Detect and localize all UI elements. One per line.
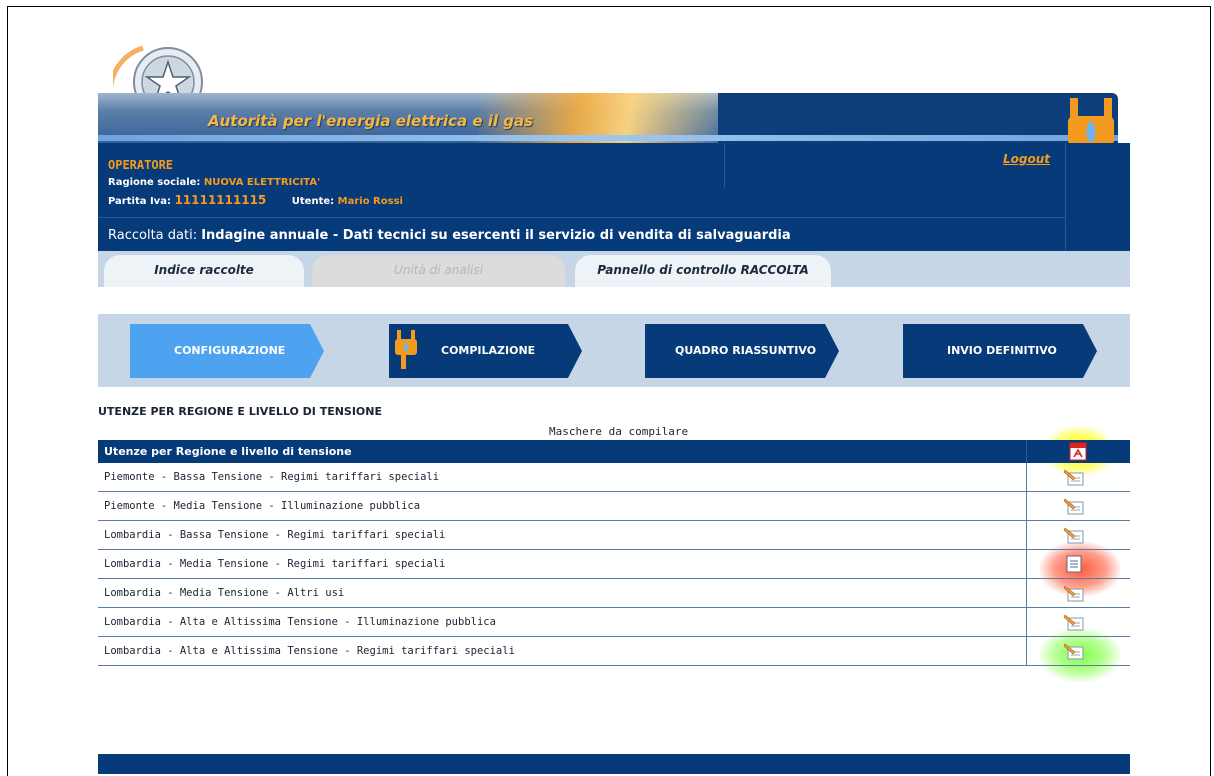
tab-unita-di-analisi: Unità di analisi bbox=[312, 255, 565, 287]
footer-bar bbox=[98, 754, 1130, 774]
header-banner: Autorità per l'energia elettrica e il ga… bbox=[98, 93, 1118, 143]
table-header: Utenze per Regione e livello di tensione bbox=[98, 440, 1130, 463]
company-value: NUOVA ELETTRICITA' bbox=[203, 177, 321, 188]
step-compilazione[interactable]: COMPILAZIONE bbox=[389, 324, 582, 378]
vat-label: Partita Iva: bbox=[108, 196, 171, 207]
table-header-label: Utenze per Regione e livello di tensione bbox=[104, 445, 352, 458]
step-invio-definitivo-label: INVIO DEFINITIVO bbox=[947, 344, 1057, 357]
row-label: Lombardia - Alta e Altissima Tensione - … bbox=[104, 616, 496, 628]
edit-icon[interactable] bbox=[1063, 526, 1085, 544]
step-invio-definitivo[interactable]: INVIO DEFINITIVO bbox=[903, 324, 1097, 378]
document-icon[interactable] bbox=[1063, 555, 1085, 573]
collection-value: Indagine annuale - Dati tecnici su eserc… bbox=[201, 228, 791, 243]
operator-title: OPERATORE bbox=[108, 158, 174, 172]
row-label: Piemonte - Bassa Tensione - Regimi tarif… bbox=[104, 471, 440, 483]
row-label: Lombardia - Media Tensione - Regimi tari… bbox=[104, 558, 446, 570]
masks-label: Maschere da compilare bbox=[549, 425, 689, 438]
edit-icon[interactable] bbox=[1063, 613, 1085, 631]
workflow-steps: CONFIGURAZIONE COMPILAZIONE QUADRO RIASS… bbox=[98, 314, 1130, 387]
step-quadro-riassuntivo[interactable]: QUADRO RIASSUNTIVO bbox=[645, 324, 839, 378]
step-quadro-riassuntivo-label: QUADRO RIASSUNTIVO bbox=[675, 344, 817, 357]
tab-indice-raccolte[interactable]: Indice raccolte bbox=[104, 255, 304, 287]
row-label: Lombardia - Alta e Altissima Tensione - … bbox=[104, 645, 515, 657]
collection-label: Raccolta dati: bbox=[108, 228, 198, 243]
plug-small-icon bbox=[395, 330, 417, 369]
company-line: Ragione sociale: NUOVA ELETTRICITA' bbox=[108, 177, 320, 188]
operator-info-panel: OPERATORE Ragione sociale: NUOVA ELETTRI… bbox=[98, 143, 1130, 251]
row-label: Lombardia - Bassa Tensione - Regimi tari… bbox=[104, 529, 446, 541]
table-row[interactable]: Piemonte - Bassa Tensione - Regimi tarif… bbox=[98, 463, 1130, 492]
row-label: Lombardia - Media Tensione - Altri usi bbox=[104, 587, 345, 599]
user-value: Mario Rossi bbox=[337, 196, 403, 207]
table-row[interactable]: Lombardia - Media Tensione - Regimi tari… bbox=[98, 550, 1130, 579]
table-row[interactable]: Lombardia - Alta e Altissima Tensione - … bbox=[98, 608, 1130, 637]
user-label: Utente: bbox=[291, 196, 335, 207]
authority-title: Autorità per l'energia elettrica e il ga… bbox=[208, 112, 534, 130]
table-row[interactable]: Lombardia - Alta e Altissima Tensione - … bbox=[98, 637, 1130, 666]
collection-line: Raccolta dati: Indagine annuale - Dati t… bbox=[108, 228, 791, 243]
table-row[interactable]: Lombardia - Bassa Tensione - Regimi tari… bbox=[98, 521, 1130, 550]
table-row[interactable]: Piemonte - Media Tensione - Illuminazion… bbox=[98, 492, 1130, 521]
edit-icon[interactable] bbox=[1063, 497, 1085, 515]
edit-icon[interactable] bbox=[1063, 468, 1085, 486]
section-title: UTENZE PER REGIONE E LIVELLO DI TENSIONE bbox=[98, 405, 383, 418]
logout-link[interactable]: Logout bbox=[1003, 152, 1050, 166]
masks-table: Utenze per Regione e livello di tensione… bbox=[98, 440, 1130, 666]
edit-icon[interactable] bbox=[1063, 642, 1085, 660]
company-label: Ragione sociale: bbox=[108, 177, 201, 188]
pdf-icon[interactable] bbox=[1069, 442, 1087, 461]
row-label: Piemonte - Media Tensione - Illuminazion… bbox=[104, 500, 421, 512]
tab-pannello-controllo[interactable]: Pannello di controllo RACCOLTA bbox=[575, 255, 831, 287]
step-configurazione-label: CONFIGURAZIONE bbox=[174, 344, 286, 357]
edit-icon[interactable] bbox=[1063, 584, 1085, 602]
tab-bar: Indice raccolte Unità di analisi Pannell… bbox=[98, 251, 1130, 287]
vat-line: Partita Iva: 11111111115 Utente: Mario R… bbox=[108, 193, 403, 207]
step-configurazione[interactable]: CONFIGURAZIONE bbox=[130, 324, 324, 378]
vat-value: 11111111115 bbox=[174, 193, 267, 207]
step-compilazione-label: COMPILAZIONE bbox=[441, 344, 536, 357]
table-row[interactable]: Lombardia - Media Tensione - Altri usi bbox=[98, 579, 1130, 608]
